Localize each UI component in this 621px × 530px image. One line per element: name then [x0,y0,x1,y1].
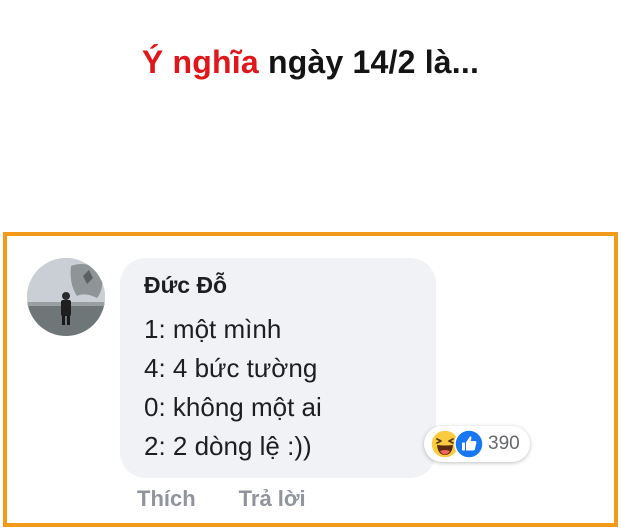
comment-line: 4: 4 bức tường [144,353,318,383]
reaction-count: 390 [488,433,520,454]
meme-page: Ý nghĩa ngày 14/2 là... Đức Đỗ 1: một mì… [0,0,621,530]
avatar[interactable] [27,258,105,336]
reply-action-link[interactable]: Trả lời [239,486,306,512]
comment-line: 2: 2 dòng lệ :)) [144,431,312,461]
comment-line: 0: không một ai [144,392,322,422]
like-action-link[interactable]: Thích [137,486,196,512]
comment-actions: Thích Trả lời [137,486,306,512]
like-icon [454,429,484,459]
comment-line: 1: một mình [144,314,282,344]
headline-accent: Ý nghĩa [141,44,259,80]
avatar-photo-icon [27,258,105,336]
comment-author[interactable]: Đức Đỗ [144,272,227,299]
comment-frame: Đức Đỗ 1: một mình 4: 4 bức tường 0: khô… [3,232,618,527]
reaction-summary[interactable]: 390 [424,426,530,462]
headline-rest: ngày 14/2 là... [258,44,480,80]
headline: Ý nghĩa ngày 14/2 là... [0,44,621,81]
comment-bubble: Đức Đỗ 1: một mình 4: 4 bức tường 0: khô… [120,258,436,478]
